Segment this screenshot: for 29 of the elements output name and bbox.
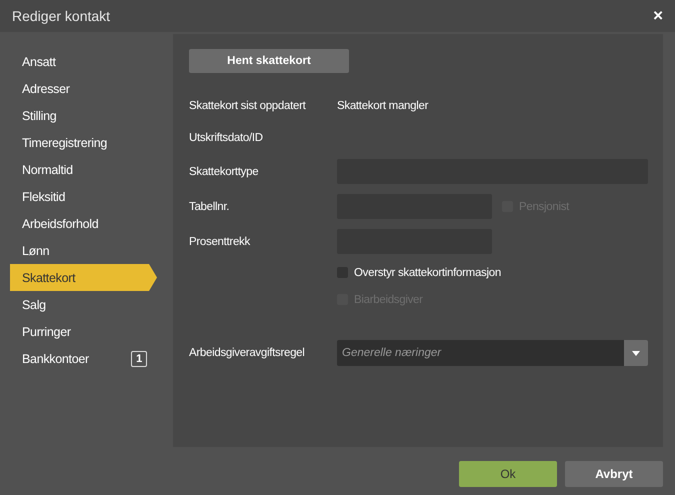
dialog-button[interactable]: Avbryt xyxy=(565,461,663,487)
checkbox-label[interactable]: Overstyr skattekortinformasjon xyxy=(337,266,501,278)
sidebar-item[interactable]: Arbeidsforhold xyxy=(10,210,157,237)
field-label: Skattekort sist oppdatert xyxy=(189,100,307,112)
close-button[interactable]: × xyxy=(653,6,663,26)
sidebar-item[interactable]: Normaltid xyxy=(10,156,157,183)
dialog-button[interactable]: Ok xyxy=(459,461,557,487)
sidebar-item[interactable]: Fleksitid xyxy=(10,183,157,210)
sidebar-item[interactable]: Skattekort xyxy=(10,264,157,291)
sidebar-item[interactable]: Ansatt xyxy=(10,48,157,75)
count-badge: 1 xyxy=(131,350,147,366)
field-label: Skattekorttype xyxy=(189,166,260,178)
fetch-button[interactable]: Hent skattekort xyxy=(189,49,349,73)
field-label: Utskriftsdato/ID xyxy=(189,132,264,144)
field-label: Tabellnr. xyxy=(189,200,230,212)
sidebar-item[interactable]: Timeregistrering xyxy=(10,129,157,156)
window-title: Rediger kontakt xyxy=(12,8,110,24)
sidebar-item[interactable]: Bankkontoer 1 xyxy=(10,345,157,372)
field-label: Prosenttrekk xyxy=(189,236,252,248)
caret-icon xyxy=(632,350,640,356)
sidebar-item[interactable]: Stilling xyxy=(10,102,157,129)
field-label: Arbeidsgiveravgiftsregel xyxy=(189,347,306,359)
sidebar-item[interactable]: Adresser xyxy=(10,75,157,102)
sidebar-item[interactable]: Salg xyxy=(10,291,157,318)
dropdown-button[interactable] xyxy=(624,340,648,366)
sidebar-item[interactable]: Purringer xyxy=(10,318,157,345)
sidebar-item[interactable]: Lønn xyxy=(10,237,157,264)
field-value: Skattekort mangler xyxy=(337,100,428,112)
select-field[interactable]: Generelle næringer xyxy=(337,340,648,366)
